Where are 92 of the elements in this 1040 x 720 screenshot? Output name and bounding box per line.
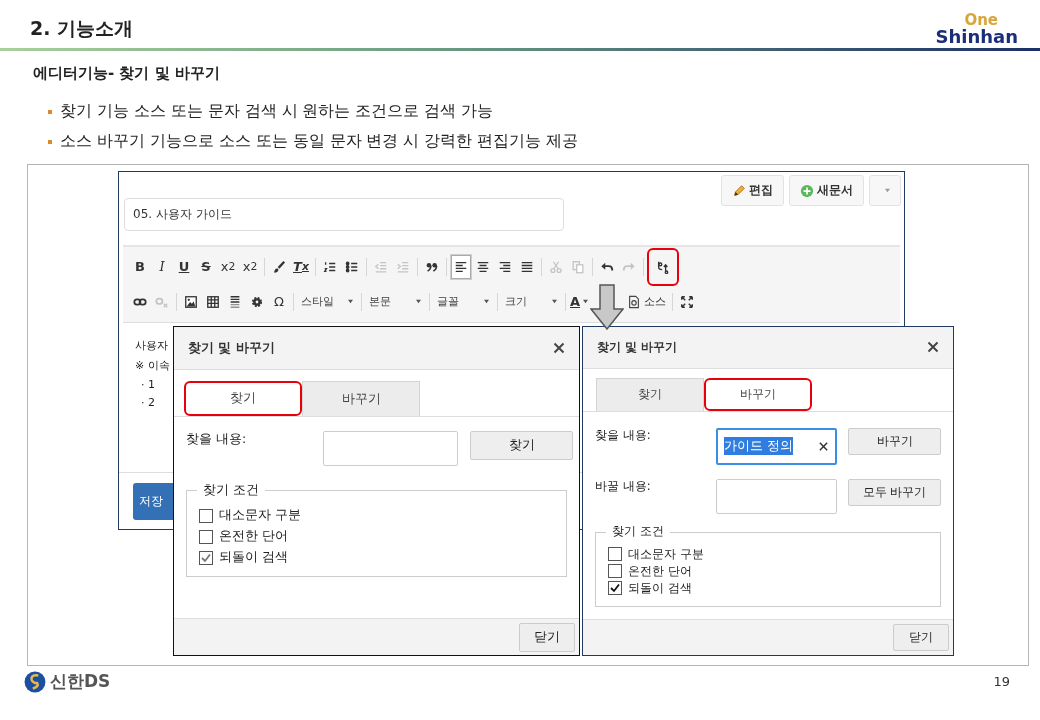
- caret-icon: [582, 299, 590, 304]
- numbered-list-icon: [323, 259, 337, 274]
- checkbox-label: 대소문자 구분: [628, 546, 704, 562]
- content-text: 사용자: [135, 338, 169, 353]
- checkbox[interactable]: [608, 581, 622, 596]
- bullet-icon: [48, 139, 52, 144]
- caret-icon: [883, 188, 891, 193]
- table-icon: [206, 294, 220, 309]
- tab[interactable]: 찾기: [184, 381, 302, 416]
- format-button[interactable]: U: [173, 253, 195, 280]
- input-field[interactable]: 가이드 정의: [716, 427, 837, 465]
- format-button[interactable]: B: [129, 253, 151, 280]
- checkbox[interactable]: [199, 550, 213, 565]
- checkbox-label: 되돌이 검색: [219, 549, 288, 566]
- format-button[interactable]: I: [151, 253, 173, 280]
- align-right-icon: [498, 259, 512, 274]
- emblem-icon: [24, 670, 46, 693]
- down-arrow-icon: [590, 284, 624, 330]
- title-field[interactable]: 05. 사용자 가이드: [124, 198, 564, 231]
- bullet-icon: [48, 109, 52, 114]
- image-icon: [184, 294, 198, 309]
- caret-icon: [347, 299, 354, 304]
- scissors-icon: [549, 259, 563, 274]
- action-button[interactable]: 찾기: [470, 431, 573, 460]
- content-text: ※ 이속: [135, 358, 171, 373]
- logo-text: One: [964, 13, 998, 28]
- dropdown[interactable]: 스타일: [297, 289, 358, 314]
- logo-text: Shinhan: [935, 28, 1018, 46]
- input-field[interactable]: [323, 431, 458, 466]
- tab[interactable]: 찾기: [596, 377, 704, 411]
- align-center-icon: [476, 259, 490, 274]
- new-document-button[interactable]: 새문서: [789, 175, 864, 206]
- section-heading: 에디터기능- 찾기 및 바꾸기: [33, 64, 221, 83]
- source-button[interactable]: 소스: [624, 288, 670, 315]
- content-text: · 2: [140, 396, 156, 409]
- field-label: 찾을 내용:: [186, 431, 248, 448]
- caret-icon: [483, 299, 490, 304]
- dropdown[interactable]: 글꼴: [433, 289, 494, 314]
- action-button[interactable]: 바꾸기: [848, 427, 941, 455]
- caret-icon: [415, 299, 422, 304]
- close-icon[interactable]: [927, 341, 939, 354]
- bullet-text: 소스 바꾸기 기능으로 소스 또는 동일 문자 변경 시 강력한 편집기능 제공: [60, 131, 579, 152]
- dialog-title: 찾기 및 바꾸기: [597, 339, 677, 355]
- paintbrush-icon: [272, 259, 286, 274]
- field-label: 찾을 내용:: [595, 427, 652, 443]
- horizontal-line-icon: [228, 294, 242, 309]
- page-number: 19: [993, 674, 1010, 689]
- checkbox-label: 대소문자 구분: [219, 507, 301, 524]
- dialog-title: 찾기 및 바꾸기: [188, 339, 275, 357]
- text-color-button[interactable]: A: [569, 288, 591, 315]
- action-button[interactable]: 모두 바꾸기: [848, 478, 941, 506]
- gear-icon: [250, 294, 264, 309]
- swap-arrows-icon: [656, 259, 670, 274]
- dropdown[interactable]: 크기: [501, 289, 562, 314]
- close-button[interactable]: 닫기: [519, 622, 575, 652]
- toolbar-button[interactable]: [647, 247, 679, 286]
- slide-title: 2. 기능소개: [30, 16, 134, 41]
- group-legend: 찾기 조건: [606, 523, 670, 539]
- bullet-list-icon: [345, 259, 359, 274]
- save-button[interactable]: 저장: [133, 482, 173, 520]
- indent-icon: [396, 259, 410, 274]
- dropdown[interactable]: 본문: [365, 289, 426, 314]
- tab[interactable]: 바꾸기: [302, 381, 420, 416]
- align-left-icon: [454, 259, 468, 274]
- group-legend: 찾기 조건: [197, 482, 265, 499]
- format-button[interactable]: S: [195, 253, 217, 280]
- checkbox-label: 온전한 단어: [219, 528, 288, 545]
- content-text: · 1: [140, 378, 156, 391]
- checkbox-label: 온전한 단어: [628, 563, 692, 579]
- maximize-icon: [680, 294, 695, 309]
- brand-name: 신한DS: [50, 670, 111, 693]
- clear-icon[interactable]: [818, 440, 829, 452]
- close-icon[interactable]: [553, 342, 565, 354]
- pencil-icon: [732, 183, 746, 198]
- checkbox[interactable]: [199, 529, 213, 544]
- copy-icon: [571, 259, 585, 274]
- justify-icon: [520, 259, 534, 274]
- outdent-icon: [374, 259, 388, 274]
- format-button[interactable]: Ω: [268, 288, 290, 315]
- checkbox[interactable]: [608, 564, 622, 579]
- plus-circle-icon: [800, 183, 814, 198]
- caret-icon: [551, 299, 558, 304]
- close-button[interactable]: 닫기: [893, 624, 949, 651]
- document-icon: [627, 294, 642, 309]
- field-label: 바꿀 내용:: [595, 478, 652, 494]
- bullet-text: 찾기 기능 소스 또는 문자 검색 시 원하는 조건으로 검색 가능: [60, 101, 494, 122]
- input-field[interactable]: [716, 478, 837, 514]
- checkbox-label: 되돌이 검색: [628, 580, 692, 596]
- checkbox[interactable]: [608, 547, 622, 562]
- checkbox[interactable]: [199, 508, 213, 523]
- tab[interactable]: 바꾸기: [704, 377, 812, 411]
- edit-button[interactable]: 편집: [721, 175, 784, 206]
